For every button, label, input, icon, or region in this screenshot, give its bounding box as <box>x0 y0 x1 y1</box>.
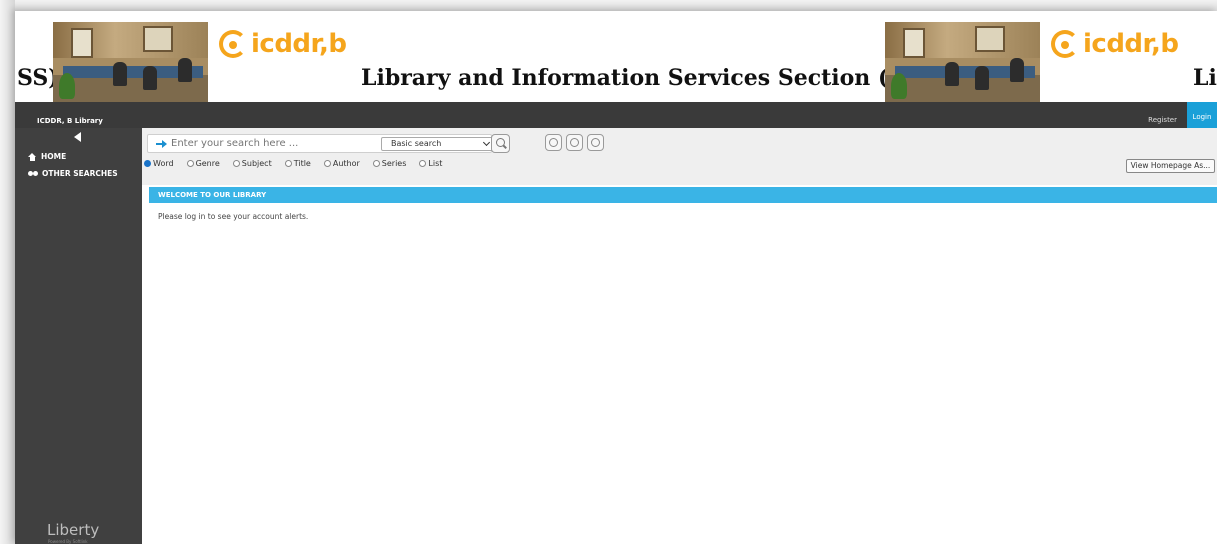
radio-genre[interactable]: Genre <box>186 159 220 168</box>
logo-text: icddr,b <box>251 29 347 59</box>
library-icon <box>570 138 579 147</box>
radio-label: List <box>428 159 443 168</box>
tool-button-1[interactable] <box>545 134 562 151</box>
library-photo <box>53 22 208 102</box>
search-input[interactable] <box>171 138 361 149</box>
liberty-logo: Liberty <box>47 521 100 539</box>
search-button[interactable] <box>491 134 510 153</box>
library-photo-repeat <box>885 22 1040 102</box>
sidebar: HOME OTHER SEARCHES Liberty Powered By S… <box>15 128 142 544</box>
radio-label: Subject <box>241 159 272 168</box>
search-mode-value: Basic search <box>391 139 442 148</box>
radio-title[interactable]: Title <box>284 159 311 168</box>
radio-circle[interactable] <box>419 160 427 167</box>
logo-icon <box>219 30 247 58</box>
radio-list[interactable]: List <box>419 159 442 168</box>
radio-label: Genre <box>195 159 220 168</box>
powered-by-text: Powered By Softlink <box>48 539 88 544</box>
radio-label: Title <box>293 159 311 168</box>
search-mode-select[interactable]: Basic search <box>381 137 494 151</box>
register-link[interactable]: Register <box>1148 116 1177 124</box>
settings-icon <box>591 138 600 147</box>
sidebar-item-label: OTHER SEARCHES <box>42 169 118 178</box>
sidebar-item-other-searches[interactable]: OTHER SEARCHES <box>28 169 118 178</box>
collapse-sidebar-icon[interactable] <box>74 132 81 142</box>
arrow-right-icon <box>156 140 167 148</box>
icddrb-logo: icddr,b <box>219 24 347 64</box>
sidebar-item-label: HOME <box>41 152 67 161</box>
banner-title: Library and Information Services Section… <box>361 65 956 91</box>
welcome-heading: WELCOME TO OUR LIBRARY <box>149 187 1217 203</box>
search-type-radios: Word Genre Subject Title Author Series L… <box>144 159 455 168</box>
top-navigation-bar: ICDDR, B Library Register Login <box>15 102 1217 128</box>
logo-text: icddr,b <box>1083 29 1179 59</box>
radio-subject[interactable]: Subject <box>232 159 272 168</box>
tool-button-2[interactable] <box>566 134 583 151</box>
view-homepage-as-button[interactable]: View Homepage As... <box>1126 159 1215 173</box>
radio-circle[interactable] <box>284 160 292 167</box>
login-button[interactable]: Login <box>1187 102 1217 128</box>
logo-icon <box>1051 30 1079 58</box>
radio-label: Author <box>332 159 360 168</box>
icddrb-logo-repeat: icddr,b <box>1051 24 1179 64</box>
radio-label: Word <box>153 159 174 168</box>
account-alerts-text: Please log in to see your account alerts… <box>158 212 309 221</box>
radio-author[interactable]: Author <box>323 159 360 168</box>
home-icon <box>28 152 37 161</box>
chevron-down-icon <box>482 138 491 147</box>
library-brand-link[interactable]: ICDDR, B Library <box>37 117 103 125</box>
radio-word[interactable]: Word <box>144 159 174 168</box>
radio-circle[interactable] <box>372 160 380 167</box>
site-banner: SS) icddr,b Library and Information Serv… <box>15 11 1217 102</box>
circle-icon <box>549 138 558 147</box>
radio-circle[interactable] <box>186 160 194 167</box>
banner-title-fragment-right: Li <box>1193 65 1217 91</box>
browser-page: SS) icddr,b Library and Information Serv… <box>15 11 1217 544</box>
radio-circle[interactable] <box>144 160 151 167</box>
binoculars-icon <box>28 170 38 177</box>
search-panel: Basic search Word Genre Subject Title Au… <box>142 128 1217 185</box>
tool-button-3[interactable] <box>587 134 604 151</box>
radio-circle[interactable] <box>323 160 331 167</box>
radio-circle[interactable] <box>232 160 240 167</box>
radio-series[interactable]: Series <box>372 159 407 168</box>
radio-label: Series <box>381 159 407 168</box>
sidebar-item-home[interactable]: HOME <box>28 152 66 161</box>
search-box[interactable]: Basic search <box>147 134 494 153</box>
window-top-edge <box>0 0 1217 11</box>
window-left-edge <box>0 0 15 544</box>
